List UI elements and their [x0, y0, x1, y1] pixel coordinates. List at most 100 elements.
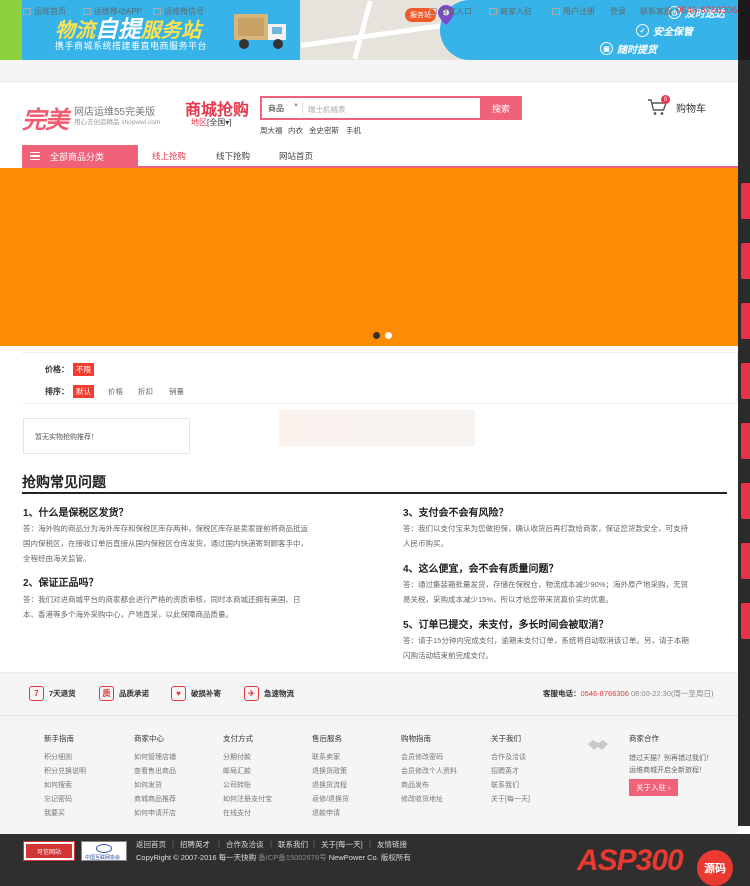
topnav-merchant-join[interactable]: 商家入驻 — [489, 6, 532, 17]
footer-link[interactable]: 忘记密码 — [44, 794, 72, 804]
footer-link[interactable]: 如何管理店铺 — [134, 752, 176, 762]
feature-damage: ♥ 破损补寄 — [171, 686, 221, 701]
faq-question: 4、这么便宜，会不会有质量问题？ — [403, 564, 559, 575]
sidebar-tab[interactable] — [741, 243, 750, 279]
logo-slogan: 用心去创造精品 shopwwi.com — [74, 119, 161, 126]
price-filter-any[interactable]: 不限 — [73, 363, 94, 376]
footer-link[interactable]: 公司转账 — [223, 780, 251, 790]
nav-home[interactable]: 网站首页 — [279, 150, 313, 162]
sort-label: 排序： — [45, 387, 69, 396]
handshake-icon — [588, 740, 608, 750]
box-icon: ▣ — [600, 42, 613, 55]
bottom-link-contact[interactable]: 联系我们 — [278, 839, 308, 850]
bottom-link-friends[interactable]: 友情链接 — [377, 839, 407, 850]
footer-link[interactable]: 积分兑换说明 — [44, 766, 86, 776]
user-icon — [552, 8, 560, 15]
sidebar-tab[interactable] — [741, 363, 750, 399]
internet-society-badge[interactable]: 中国互联网协会 — [81, 841, 127, 861]
home-icon — [23, 8, 31, 15]
sort-sales[interactable]: 销量 — [169, 386, 184, 397]
topnav-app[interactable]: 运维移动APP — [83, 6, 142, 17]
footer-link[interactable]: 如何注册支付宝 — [223, 794, 272, 804]
footer-link[interactable]: 退换货政策 — [312, 766, 347, 776]
footer-link[interactable]: 退款申请 — [312, 808, 340, 818]
hot-word[interactable]: 手机 — [346, 125, 361, 136]
banner-subtitle: 携手商城系统搭建垂直电商服务平台 — [55, 41, 208, 51]
sidebar-tab[interactable] — [741, 603, 750, 639]
watermark-tag: 源码 — [697, 850, 733, 886]
sidebar-tab[interactable] — [741, 303, 750, 339]
merchant-join-button[interactable]: 关于入驻 › — [629, 779, 678, 796]
filter-panel — [22, 352, 738, 404]
topnav-support[interactable]: 联系客服 — [640, 6, 672, 17]
footer-link[interactable]: 会员修改个人资料 — [401, 766, 457, 776]
hot-word[interactable]: 周大福 — [260, 125, 283, 136]
sort-price[interactable]: 价格 — [108, 386, 123, 397]
footer-link[interactable]: 合作及洽谈 — [491, 752, 526, 762]
footer-link[interactable]: 关于[每一天] — [491, 794, 530, 804]
footer-link[interactable]: 分期付款 — [223, 752, 251, 762]
topnav-merchant-entry[interactable]: 商家入口 — [429, 6, 472, 17]
footer-link[interactable]: 商品发布 — [401, 780, 429, 790]
footer-column-title: 新手指南 — [44, 734, 74, 743]
sort-discount[interactable]: 折扣 — [138, 386, 153, 397]
faq-answer: 答：请于15分钟内完成支付，逾期未支付订单，系统将自动取消该订单。另，请于本期闪… — [403, 636, 689, 660]
hotline-phone: 0546-8766306 — [676, 5, 738, 16]
nav-online-flash[interactable]: 线上抢购 — [152, 150, 186, 162]
hero-carousel[interactable] — [0, 168, 738, 346]
menu-icon — [30, 151, 40, 161]
region-selector[interactable]: 地区[全国▾] — [191, 117, 231, 128]
footer-link[interactable]: 积分细则 — [44, 752, 72, 762]
topnav-login[interactable]: 登录 — [610, 6, 626, 17]
wechat-icon — [153, 8, 161, 15]
bottom-link-jobs[interactable]: 招聘英才 — [180, 839, 210, 850]
trusted-site-badge[interactable]: 可信网站 — [23, 841, 75, 861]
bottom-link-coop[interactable]: 合作及洽谈 — [226, 839, 264, 850]
footer-link[interactable]: 查看售出商品 — [134, 766, 176, 776]
footer-link[interactable]: 我要买 — [44, 808, 65, 818]
footer-link[interactable]: 退换货流程 — [312, 780, 347, 790]
cart-link[interactable]: 购物车 — [676, 100, 706, 115]
sidebar-tab[interactable] — [741, 543, 750, 579]
sidebar-tab[interactable] — [741, 423, 750, 459]
footer-link[interactable]: 联系我们 — [491, 780, 519, 790]
topnav-register[interactable]: 用户注册 — [552, 6, 595, 17]
footer-link[interactable]: 会员修改密码 — [401, 752, 443, 762]
search-button[interactable]: 搜索 — [480, 96, 522, 120]
footer-link[interactable]: 邮局汇款 — [223, 766, 251, 776]
footer-link[interactable]: 在线支付 — [223, 808, 251, 818]
all-categories-button[interactable]: 全部商品分类 — [22, 145, 138, 167]
hot-word[interactable]: 金史密斯 — [309, 125, 339, 136]
carousel-dot-active[interactable] — [373, 332, 380, 339]
carousel-dot[interactable] — [385, 332, 392, 339]
hot-word[interactable]: 内衣 — [288, 125, 303, 136]
chevron-down-icon: ▼ — [293, 103, 299, 109]
topnav-home[interactable]: 运维首页 — [23, 6, 66, 17]
footer-link[interactable]: 修改收货地址 — [401, 794, 443, 804]
nav-offline-flash[interactable]: 线下抢购 — [216, 150, 250, 162]
sidebar-tab[interactable] — [741, 483, 750, 519]
faq-answer: 答：海外购的商品分为海外库存和保税区库存两种，保税区库存是卖家提前将商品抵运 国内… — [23, 524, 308, 563]
footer-link[interactable]: 商城商品推荐 — [134, 794, 176, 804]
footer-column-title: 商家中心 — [134, 734, 164, 743]
footer-link[interactable]: 招聘英才 — [491, 766, 519, 776]
shop-icon — [489, 8, 497, 15]
phone-icon — [83, 8, 91, 15]
footer-link[interactable]: 联系卖家 — [312, 752, 340, 762]
empty-notice: 暂无实物抢购推荐！ — [23, 418, 190, 454]
search-input[interactable]: 瑞士机械表 — [308, 104, 346, 115]
topnav-wechat[interactable]: 运维微信号 — [153, 6, 204, 17]
top-nav — [0, 60, 738, 82]
footer-link[interactable]: 如何搜索 — [44, 780, 72, 790]
site-logo[interactable]: 完美 — [22, 100, 69, 135]
sidebar-tab[interactable] — [741, 183, 750, 219]
bottom-link-home[interactable]: 返回首页 — [136, 839, 166, 850]
search-category-select[interactable]: 商品 — [268, 103, 284, 114]
sort-default[interactable]: 默认 — [73, 385, 94, 398]
footer-column-title: 支付方式 — [223, 734, 253, 743]
footer-link[interactable]: 返修/退换货 — [312, 794, 349, 804]
faq-answer: 答：通过集装箱批量发货，存储在保税仓，物流成本减少90%；海外原产地采购，无贸易… — [403, 580, 689, 604]
footer-link[interactable]: 如何发货 — [134, 780, 162, 790]
bottom-link-about[interactable]: 关于[每一天] — [321, 839, 363, 850]
footer-link[interactable]: 如何申请开店 — [134, 808, 176, 818]
